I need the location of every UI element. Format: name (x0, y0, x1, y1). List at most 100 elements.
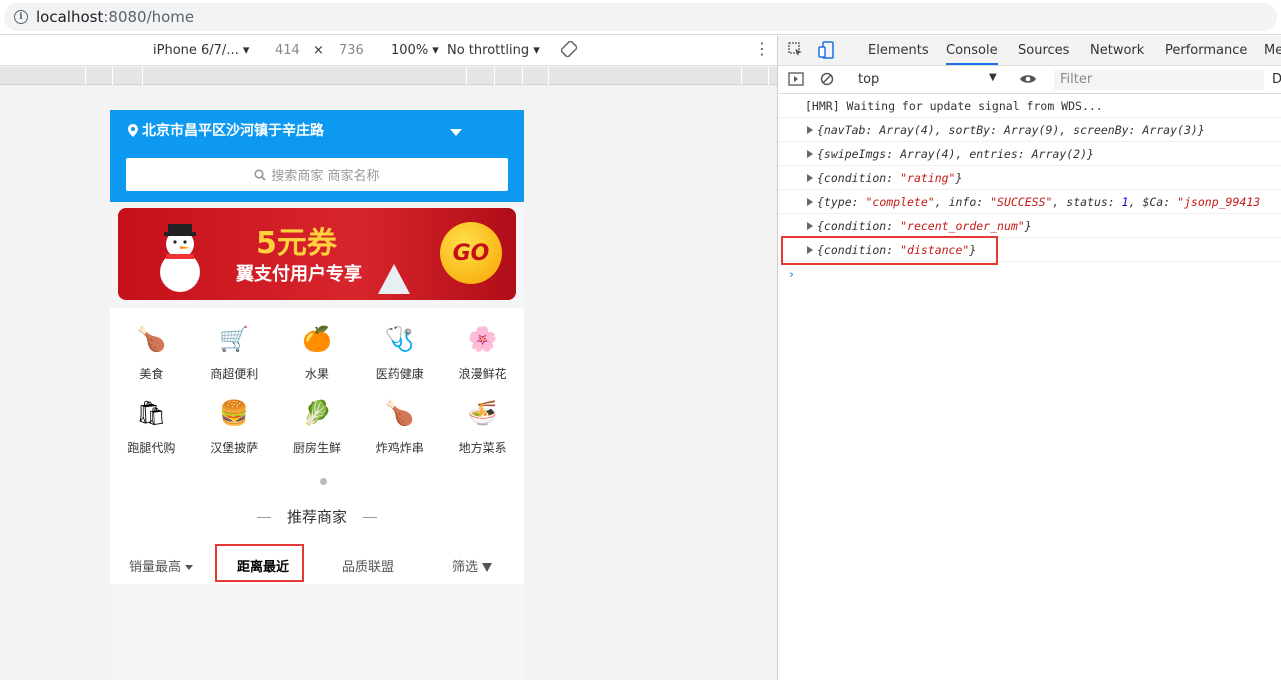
log-token: "jsonp_99413 (1177, 194, 1261, 209)
location-pin-icon (128, 123, 138, 137)
throttling-value: No throttling (447, 43, 530, 58)
medicine-icon: 🩺 (384, 325, 415, 353)
console-log-row[interactable]: {type: "complete", info: "SUCCESS", stat… (778, 190, 1281, 214)
expand-triangle-icon[interactable] (807, 174, 813, 182)
eye-icon[interactable] (1019, 73, 1037, 89)
log-token: {navTab: Array(4), sortBy: Array(9), scr… (817, 122, 1205, 137)
console-log-row[interactable]: {navTab: Array(4), sortBy: Array(9), scr… (778, 118, 1281, 142)
devtools-panel: Elements Console Sources Network Perform… (777, 36, 1281, 680)
sort-tabs: 销量最高 距离最近 品质联盟 筛选 (110, 544, 524, 582)
console-log-text: {condition: "recent_order_num"} (817, 219, 1032, 233)
zoom-select[interactable]: 100% ▾ (391, 43, 439, 58)
expand-triangle-icon[interactable] (807, 198, 813, 206)
category-item[interactable]: 🍊 水果 (276, 318, 359, 382)
console-log-text: {swipeImgs: Array(4), entries: Array(2)} (817, 147, 1094, 161)
sidebar-toggle-icon[interactable] (788, 72, 804, 90)
devtools-tab-more[interactable]: Me (1264, 43, 1281, 58)
chevron-down-icon (185, 565, 194, 570)
device-emulator-pane: iPhone 6/7/... ▾ 414 × 736 100% ▾ No thr… (0, 36, 777, 680)
devtools-tab-sources[interactable]: Sources (1018, 43, 1069, 58)
sort-sales-label: 销量最高 (129, 560, 182, 575)
devtools-tab-network[interactable]: Network (1090, 43, 1144, 58)
location-selector[interactable]: 北京市昌平区沙河镇于辛庄路 (128, 120, 324, 140)
devtools-tab-elements[interactable]: Elements (868, 43, 929, 58)
carousel-indicator[interactable] (320, 478, 327, 485)
supermarket-icon: 🛒 (219, 325, 250, 353)
context-select[interactable]: top (858, 72, 879, 87)
fried-chicken-icon: 🍗 (384, 399, 415, 427)
snowman-icon (160, 224, 200, 292)
app-header: 北京市昌平区沙河镇于辛庄路 搜索商家 商家名称 (110, 110, 524, 202)
url-host: localhost (36, 8, 104, 26)
clear-console-icon[interactable] (820, 72, 834, 90)
filter-icon (482, 563, 493, 572)
category-item[interactable]: 🍔 汉堡披萨 (193, 392, 276, 456)
recommend-title: 推荐商家 (286, 508, 347, 526)
rotate-icon[interactable] (560, 40, 578, 61)
search-input[interactable]: 搜索商家 商家名称 (126, 158, 508, 191)
category-item[interactable]: 🌸 浪漫鲜花 (441, 318, 524, 382)
errand-icon: 🛍 (136, 399, 167, 427)
sort-quality-tab[interactable]: 品质联盟 (342, 556, 394, 575)
food-icon: 🍗 (136, 325, 167, 353)
log-token: , status: (1052, 194, 1122, 209)
devtools-tab-console[interactable]: Console (946, 43, 998, 65)
info-icon[interactable]: i (14, 10, 28, 24)
category-item[interactable]: 🍗 美食 (110, 318, 193, 382)
sort-sales-tab[interactable]: 销量最高 (129, 556, 194, 575)
console-log-row[interactable]: {condition: "recent_order_num"} (778, 214, 1281, 238)
vegetable-icon: 🥬 (302, 399, 332, 427)
noodle-bowl-icon: 🍜 (467, 399, 498, 427)
log-token: 1 (1121, 194, 1129, 209)
devtools-tab-performance[interactable]: Performance (1165, 43, 1247, 58)
console-log-row[interactable]: {swipeImgs: Array(4), entries: Array(2)} (778, 142, 1281, 166)
highlight-box (215, 544, 304, 582)
log-token: {swipeImgs: Array(4), entries: Array(2)} (817, 146, 1094, 161)
flower-icon: 🌸 (467, 325, 498, 353)
filter-tab[interactable]: 筛选 (452, 556, 493, 575)
url-field[interactable]: i localhost:8080/home (4, 3, 1277, 31)
category-item[interactable]: 🍜 地方菜系 (441, 392, 524, 456)
category-label: 炸鸡炸串 (375, 441, 424, 455)
log-token: {condition: (817, 218, 901, 233)
recommend-heading: 推荐商家 (110, 506, 524, 527)
category-item[interactable]: 🛒 商超便利 (193, 318, 276, 382)
url-text: localhost:8080/home (36, 8, 194, 26)
console-log-text: {type: "complete", info: "SUCCESS", stat… (817, 195, 1260, 209)
inspect-element-icon[interactable] (788, 42, 804, 62)
banner-go-button[interactable]: GO (440, 222, 502, 284)
default-levels-select[interactable]: D (1272, 72, 1281, 87)
device-width-input[interactable]: 414 (275, 43, 300, 58)
context-dropdown-icon[interactable]: ▼ (989, 72, 997, 83)
heading-divider-right (363, 517, 377, 518)
expand-triangle-icon[interactable] (807, 222, 813, 230)
expand-triangle-icon[interactable] (807, 126, 813, 134)
log-token: "complete" (865, 194, 935, 209)
more-options-icon[interactable]: ⋮ (754, 39, 770, 58)
expand-triangle-icon[interactable] (807, 150, 813, 158)
category-item[interactable]: 🍗 炸鸡炸串 (358, 392, 441, 456)
console-filter-input[interactable]: Filter (1054, 70, 1264, 90)
browser-address-bar: i localhost:8080/home (0, 0, 1281, 35)
category-item[interactable]: 🛍 跑腿代购 (110, 392, 193, 456)
search-icon (254, 168, 267, 181)
promo-banner[interactable]: 5元券 翼支付用户专享 GO (118, 208, 516, 300)
device-toggle-icon[interactable] (818, 41, 834, 63)
banner-subtitle: 翼支付用户专享 (236, 264, 362, 285)
device-toolbar: iPhone 6/7/... ▾ 414 × 736 100% ▾ No thr… (0, 36, 777, 66)
category-section: 🍗 美食 🛒 商超便利 🍊 水果 🩺 医药健康 🌸 浪漫鲜花 🛍 跑腿代购 🍔 汉堡披萨 🥬 … (110, 308, 524, 584)
console-log-row[interactable]: {condition: "rating"} (778, 166, 1281, 190)
category-item[interactable]: 🥬 厨房生鲜 (276, 392, 359, 456)
category-item[interactable]: 🩺 医药健康 (358, 318, 441, 382)
log-token: } (955, 170, 963, 185)
location-dropdown-icon[interactable] (450, 129, 462, 136)
url-path: :8080/home (103, 8, 195, 26)
search-placeholder: 搜索商家 商家名称 (271, 169, 380, 184)
banner-title: 5元券 (256, 226, 337, 261)
tree-icon (378, 264, 410, 294)
log-token: "recent_order_num" (900, 218, 1025, 233)
throttling-select[interactable]: No throttling ▾ (447, 43, 540, 58)
device-height-input[interactable]: 736 (339, 43, 364, 58)
console-prompt[interactable]: › (778, 262, 1281, 286)
device-select[interactable]: iPhone 6/7/... ▾ (153, 43, 249, 58)
